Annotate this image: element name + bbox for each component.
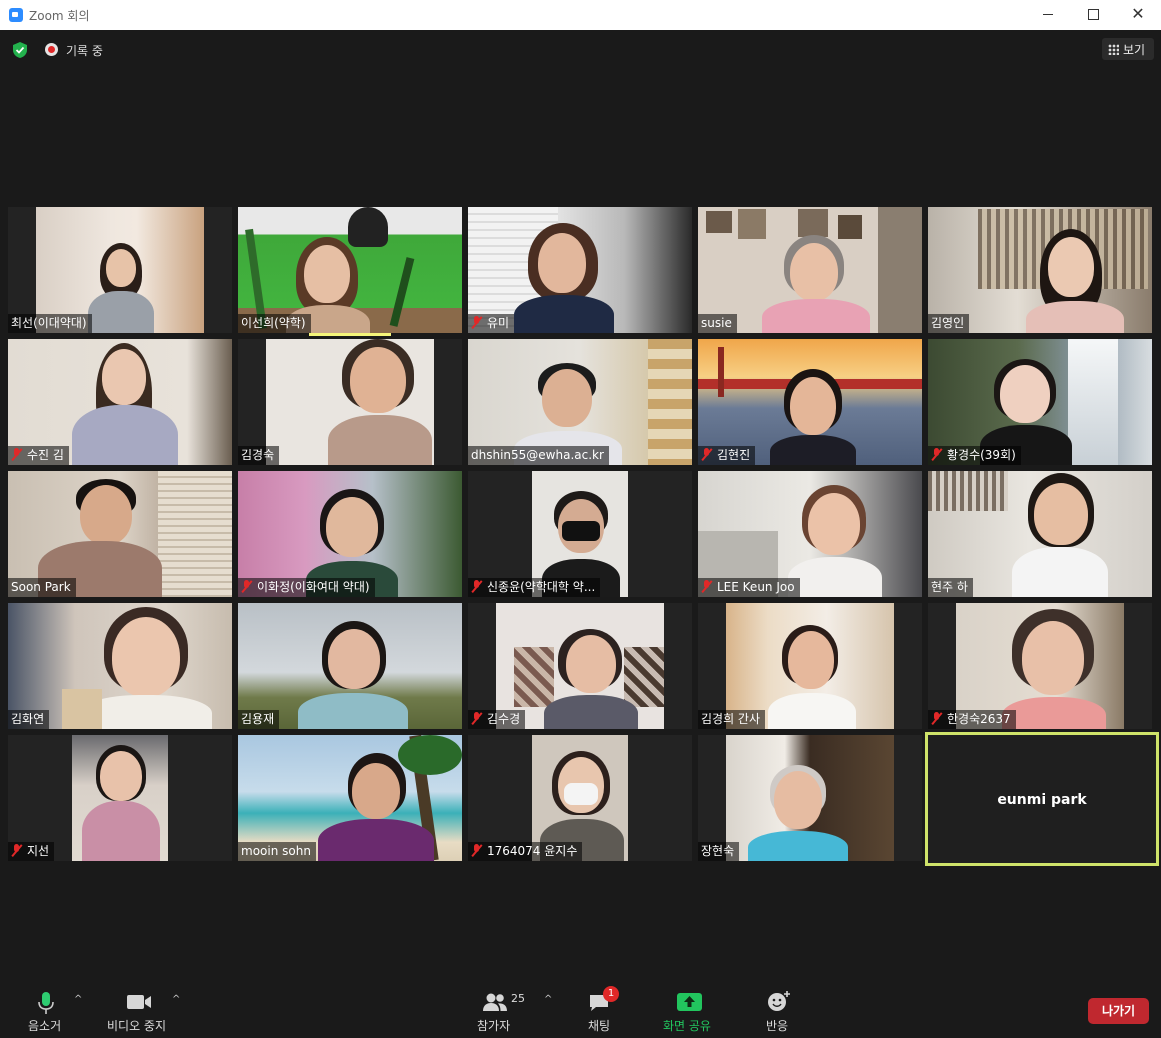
view-button[interactable]: 보기 [1102, 38, 1154, 60]
share-screen-icon [677, 993, 702, 1011]
video-options-caret[interactable]: ^ [172, 994, 180, 1005]
participants-options-caret[interactable]: ^ [544, 994, 552, 1005]
participant-tile[interactable]: 김용재 [238, 603, 462, 729]
participant-name: 신종윤(약학대학 약... [468, 578, 601, 597]
muted-mic-icon [11, 844, 22, 857]
participant-name: 한경숙2637 [928, 710, 1016, 729]
participant-tile[interactable]: dhshin55@ewha.ac.kr [468, 339, 692, 465]
participant-tile[interactable]: 김화연 [8, 603, 232, 729]
participant-tile[interactable]: 김영인 [928, 207, 1152, 333]
audio-options-caret[interactable]: ^ [74, 994, 82, 1005]
participant-tile[interactable]: susie [698, 207, 922, 333]
participant-tile[interactable]: LEE Keun Joo [698, 471, 922, 597]
muted-mic-icon [11, 448, 22, 461]
participant-tile[interactable]: 한경숙2637 [928, 603, 1152, 729]
participant-tile[interactable]: 1764074 윤지수 [468, 735, 692, 861]
participant-tile[interactable]: 신종윤(약학대학 약... [468, 471, 692, 597]
muted-mic-icon [471, 580, 482, 593]
participant-name: 장현숙 [698, 842, 740, 861]
participants-button[interactable]: 25 참가자 [474, 982, 534, 1038]
participant-tile[interactable]: 지선 [8, 735, 232, 861]
participant-tile[interactable]: 김수경 [468, 603, 692, 729]
muted-mic-icon [701, 580, 712, 593]
participant-tile[interactable]: 이화정(이화여대 약대) [238, 471, 462, 597]
participant-tile[interactable]: 김경희 간사 [698, 603, 922, 729]
recording-icon[interactable] [45, 43, 58, 56]
participant-name: susie [698, 314, 737, 333]
participant-tile[interactable]: 장현숙 [698, 735, 922, 861]
recording-label: 기록 중 [66, 44, 103, 58]
participant-name: LEE Keun Joo [698, 578, 800, 597]
participant-tile[interactable]: 황경수(39회) [928, 339, 1152, 465]
participant-name: 1764074 윤지수 [468, 842, 583, 861]
chat-unread-badge: 1 [603, 986, 619, 1002]
title-bar: Zoom 회의 ✕ [0, 0, 1161, 30]
participant-name: 이화정(이화여대 약대) [238, 578, 375, 597]
shield-icon[interactable] [11, 41, 29, 59]
muted-mic-icon [471, 712, 482, 725]
participant-name: 유미 [468, 314, 515, 333]
mute-button[interactable]: 음소거 [24, 982, 68, 1038]
stop-video-button[interactable]: 비디오 중지 [104, 982, 174, 1038]
participant-tile[interactable]: 유미 [468, 207, 692, 333]
muted-mic-icon [931, 712, 942, 725]
muted-mic-icon [471, 316, 482, 329]
close-button[interactable]: ✕ [1115, 0, 1161, 30]
participant-name: dhshin55@ewha.ac.kr [468, 446, 609, 465]
muted-mic-icon [931, 448, 942, 461]
participant-tile[interactable]: 수진 김 [8, 339, 232, 465]
active-speaker-tile[interactable]: eunmi park [925, 732, 1159, 866]
participant-name: 수진 김 [8, 446, 69, 465]
participant-name: 김경숙 [238, 446, 280, 465]
participant-tile[interactable]: 이선희(약학) [238, 207, 462, 333]
participant-name: 현주 하 [928, 578, 973, 597]
participant-tile[interactable]: 현주 하 [928, 471, 1152, 597]
maximize-button[interactable] [1070, 0, 1116, 30]
participant-name: 김용재 [238, 710, 280, 729]
participant-name: 김경희 간사 [698, 710, 766, 729]
participant-name: 김화연 [8, 710, 50, 729]
zoom-app-icon [9, 8, 23, 22]
speaking-indicator [309, 333, 391, 336]
window-title: Zoom 회의 [29, 9, 90, 23]
participant-name: Soon Park [8, 578, 76, 597]
share-screen-button[interactable]: 화면 공유 [660, 982, 720, 1038]
participant-tile[interactable]: Soon Park [8, 471, 232, 597]
participant-name: 황경수(39회) [928, 446, 1021, 465]
video-camera-icon [127, 995, 151, 1009]
muted-mic-icon [701, 448, 712, 461]
participants-count: 25 [511, 992, 525, 1005]
participant-name: 김수경 [468, 710, 526, 729]
active-speaker-name: eunmi park [997, 792, 1087, 808]
participant-tile[interactable]: 김경숙 [238, 339, 462, 465]
participant-name: 지선 [8, 842, 55, 861]
reactions-button[interactable]: 반응 [762, 982, 796, 1038]
leave-meeting-button[interactable]: 나가기 [1088, 998, 1149, 1024]
smiley-icon [768, 991, 790, 1011]
participant-tile[interactable]: mooin sohn [238, 735, 462, 861]
microphone-icon [38, 992, 54, 1014]
participant-tile[interactable]: 최선(이대약대) [8, 207, 232, 333]
muted-mic-icon [471, 844, 482, 857]
meeting-toolbar [0, 982, 1161, 1038]
participant-tile[interactable]: 김현진 [698, 339, 922, 465]
participant-name: 김현진 [698, 446, 756, 465]
participants-icon [483, 993, 507, 1011]
participant-name: 최선(이대약대) [8, 314, 92, 333]
participant-name: mooin sohn [238, 842, 316, 861]
minimize-button[interactable] [1025, 0, 1071, 30]
participant-name: 김영인 [928, 314, 970, 333]
participant-name: 이선희(약학) [238, 314, 311, 333]
gallery-grid-icon [1108, 44, 1119, 55]
muted-mic-icon [241, 580, 252, 593]
